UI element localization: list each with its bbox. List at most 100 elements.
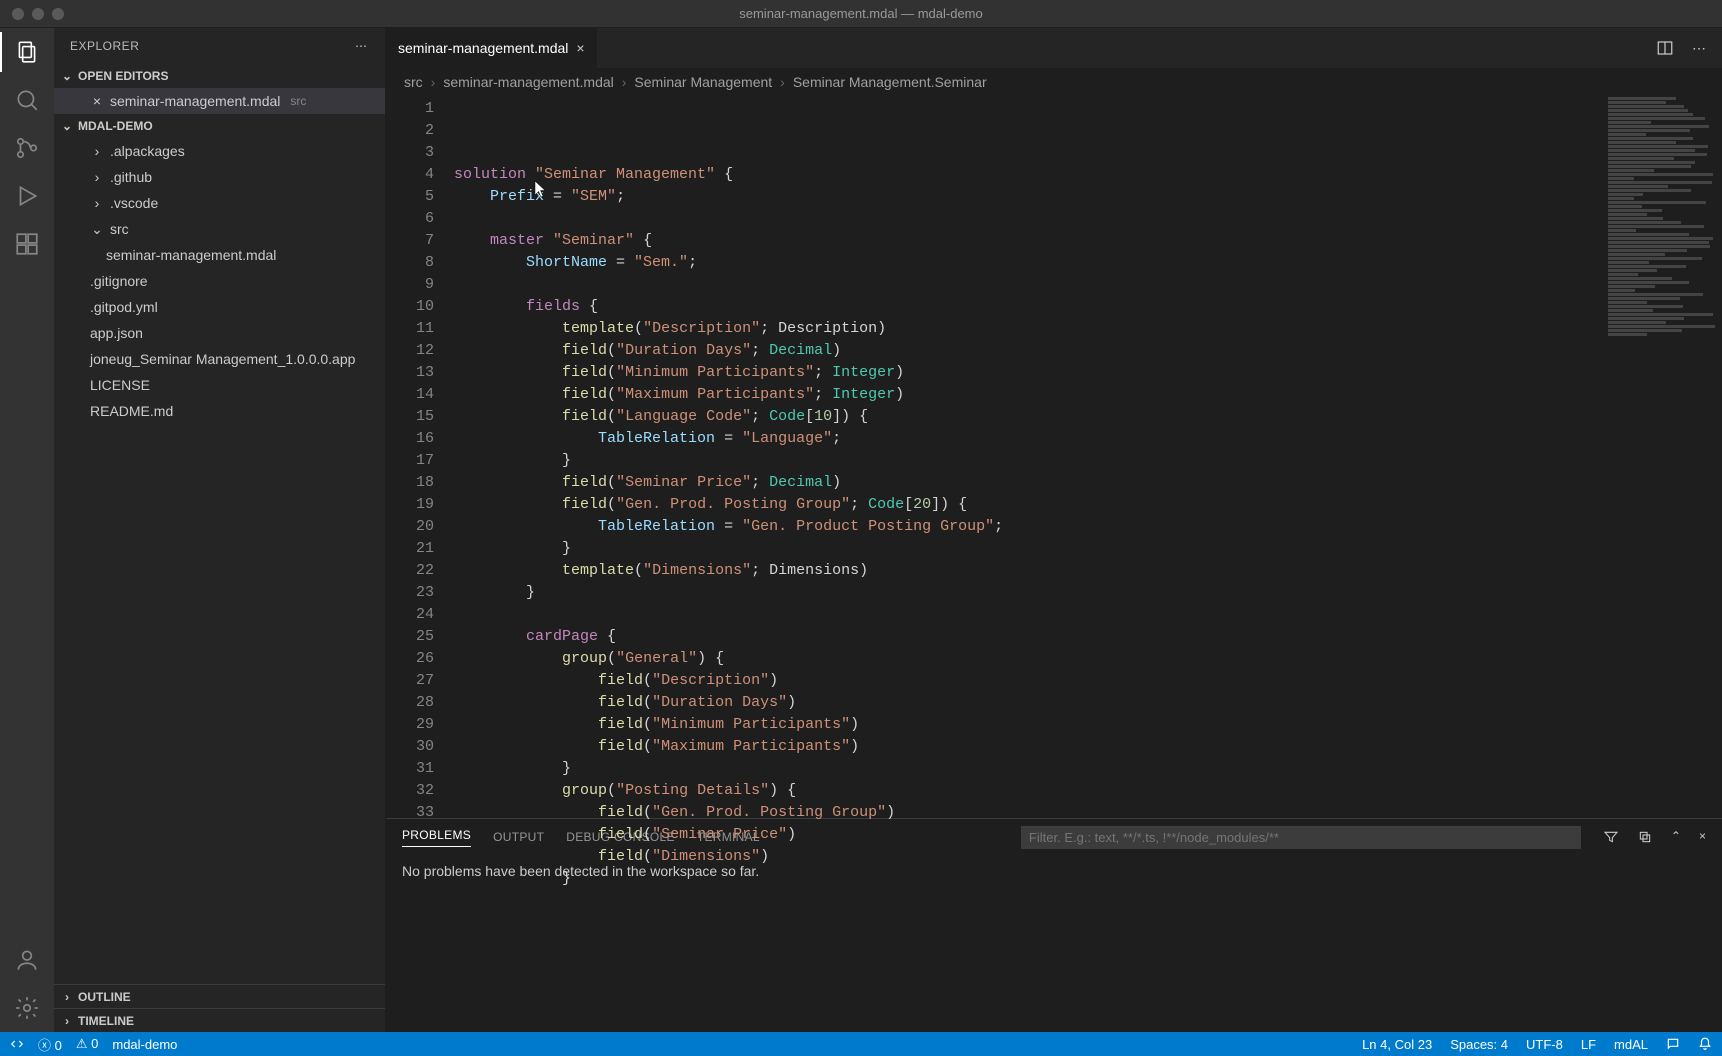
timeline-label: TIMELINE — [78, 1014, 134, 1028]
code-line[interactable]: cardPage { — [454, 626, 1602, 648]
workspace-header[interactable]: ⌄ MDAL-DEMO — [54, 114, 385, 138]
outline-header[interactable]: › OUTLINE — [54, 984, 385, 1008]
code-line[interactable]: TableRelation = "Language"; — [454, 428, 1602, 450]
code-line[interactable]: group("General") { — [454, 648, 1602, 670]
file-item[interactable]: README.md — [54, 398, 385, 424]
remote-icon[interactable] — [10, 1037, 24, 1051]
breadcrumb-symbol[interactable]: Seminar Management.Seminar — [793, 74, 987, 90]
breadcrumb-folder[interactable]: src — [404, 74, 423, 90]
folder-item[interactable]: ›.vscode — [54, 190, 385, 216]
folder-item[interactable]: ›.github — [54, 164, 385, 190]
extensions-icon[interactable] — [13, 230, 41, 258]
editor-more-icon[interactable]: ⋯ — [1692, 40, 1708, 57]
open-editor-item[interactable]: × seminar-management.mdal src — [54, 88, 385, 114]
titlebar: seminar-management.mdal — mdal-demo — [0, 0, 1722, 28]
chevron-right-icon: › — [60, 1014, 74, 1028]
code-line[interactable]: } — [454, 868, 1602, 890]
code-line[interactable]: } — [454, 582, 1602, 604]
close-icon[interactable]: × — [1699, 829, 1706, 845]
code-line[interactable] — [454, 274, 1602, 296]
tree-item-label: src — [110, 221, 129, 237]
status-language[interactable]: mdAL — [1614, 1037, 1648, 1052]
breadcrumb[interactable]: src › seminar-management.mdal › Seminar … — [386, 68, 1722, 96]
outline-label: OUTLINE — [78, 990, 131, 1004]
split-editor-icon[interactable] — [1656, 39, 1674, 57]
source-control-icon[interactable] — [13, 134, 41, 162]
code-line[interactable]: } — [454, 450, 1602, 472]
code-line[interactable]: field("Minimum Participants") — [454, 714, 1602, 736]
account-icon[interactable] — [13, 946, 41, 974]
code-line[interactable] — [454, 208, 1602, 230]
code-line[interactable]: field("Duration Days"; Decimal) — [454, 340, 1602, 362]
status-branch[interactable]: mdal-demo — [112, 1037, 177, 1052]
status-errors[interactable]: ⓧ 0 — [38, 1035, 62, 1054]
status-encoding[interactable]: UTF-8 — [1526, 1037, 1563, 1052]
code-line[interactable]: } — [454, 538, 1602, 560]
code-line[interactable]: TableRelation = "Gen. Product Posting Gr… — [454, 516, 1602, 538]
search-icon[interactable] — [13, 86, 41, 114]
file-item[interactable]: app.json — [54, 320, 385, 346]
open-editors-header[interactable]: ⌄ OPEN EDITORS — [54, 64, 385, 88]
status-eol[interactable]: LF — [1581, 1037, 1596, 1052]
settings-gear-icon[interactable] — [13, 994, 41, 1022]
tab-seminar-management[interactable]: seminar-management.mdal × — [386, 28, 598, 68]
code-line[interactable]: field("Dimensions") — [454, 846, 1602, 868]
timeline-header[interactable]: › TIMELINE — [54, 1008, 385, 1032]
code-line[interactable]: master "Seminar" { — [454, 230, 1602, 252]
code-line[interactable]: field("Minimum Participants"; Integer) — [454, 362, 1602, 384]
explorer-more-icon[interactable]: ⋯ — [355, 39, 369, 53]
code-line[interactable]: solution "Seminar Management" { — [454, 164, 1602, 186]
minimize-window-icon[interactable] — [32, 8, 44, 20]
code-line[interactable]: field("Gen. Prod. Posting Group"; Code[2… — [454, 494, 1602, 516]
bell-icon[interactable] — [1698, 1037, 1712, 1051]
code-line[interactable]: group("Posting Details") { — [454, 780, 1602, 802]
explorer-icon[interactable] — [13, 38, 41, 66]
breadcrumb-symbol[interactable]: Seminar Management — [634, 74, 772, 90]
chevron-up-icon[interactable]: ⌃ — [1671, 829, 1681, 845]
code-line[interactable]: field("Seminar Price"; Decimal) — [454, 472, 1602, 494]
file-item[interactable]: seminar-management.mdal — [54, 242, 385, 268]
code-line[interactable]: template("Dimensions"; Dimensions) — [454, 560, 1602, 582]
window-title: seminar-management.mdal — mdal-demo — [0, 6, 1722, 21]
close-icon[interactable]: × — [576, 40, 584, 56]
folder-item[interactable]: ⌄src — [54, 216, 385, 242]
code-line[interactable]: field("Seminar Price") — [454, 824, 1602, 846]
code-line[interactable]: field("Language Code"; Code[10]) { — [454, 406, 1602, 428]
status-warnings[interactable]: ⚠ 0 — [76, 1036, 99, 1052]
minimap[interactable] — [1602, 96, 1722, 818]
status-cursor-position[interactable]: Ln 4, Col 23 — [1362, 1037, 1432, 1052]
file-item[interactable]: LICENSE — [54, 372, 385, 398]
tree-item-label: seminar-management.mdal — [106, 247, 276, 263]
close-window-icon[interactable] — [12, 8, 24, 20]
file-item[interactable]: .gitpod.yml — [54, 294, 385, 320]
maximize-window-icon[interactable] — [52, 8, 64, 20]
code-line[interactable]: field("Gen. Prod. Posting Group") — [454, 802, 1602, 824]
code-line[interactable] — [454, 604, 1602, 626]
file-item[interactable]: joneug_Seminar Management_1.0.0.0.app — [54, 346, 385, 372]
code-line[interactable]: template("Description"; Description) — [454, 318, 1602, 340]
collapse-all-icon[interactable] — [1637, 829, 1653, 845]
code-line[interactable]: ShortName = "Sem."; — [454, 252, 1602, 274]
code-line[interactable]: field("Maximum Participants") — [454, 736, 1602, 758]
close-icon[interactable]: × — [90, 93, 104, 109]
code-line[interactable]: field("Duration Days") — [454, 692, 1602, 714]
code-line[interactable]: field("Maximum Participants"; Integer) — [454, 384, 1602, 406]
code-editor[interactable]: solution "Seminar Management" { Prefix =… — [454, 96, 1602, 818]
code-line[interactable]: fields { — [454, 296, 1602, 318]
status-indentation[interactable]: Spaces: 4 — [1450, 1037, 1508, 1052]
mouse-cursor-icon — [534, 136, 546, 154]
breadcrumb-file[interactable]: seminar-management.mdal — [443, 74, 613, 90]
open-editors-label: OPEN EDITORS — [78, 69, 168, 83]
code-line[interactable]: Prefix = "SEM"; — [454, 186, 1602, 208]
code-line[interactable]: } — [454, 758, 1602, 780]
filter-icon[interactable] — [1603, 829, 1619, 845]
activity-bar — [0, 28, 54, 1032]
file-item[interactable]: .gitignore — [54, 268, 385, 294]
tree-item-label: .gitignore — [90, 273, 148, 289]
chevron-right-icon: › — [431, 74, 436, 90]
open-editor-path: src — [290, 94, 306, 108]
feedback-icon[interactable] — [1666, 1037, 1680, 1051]
run-debug-icon[interactable] — [13, 182, 41, 210]
code-line[interactable]: field("Description") — [454, 670, 1602, 692]
folder-item[interactable]: ›.alpackages — [54, 138, 385, 164]
